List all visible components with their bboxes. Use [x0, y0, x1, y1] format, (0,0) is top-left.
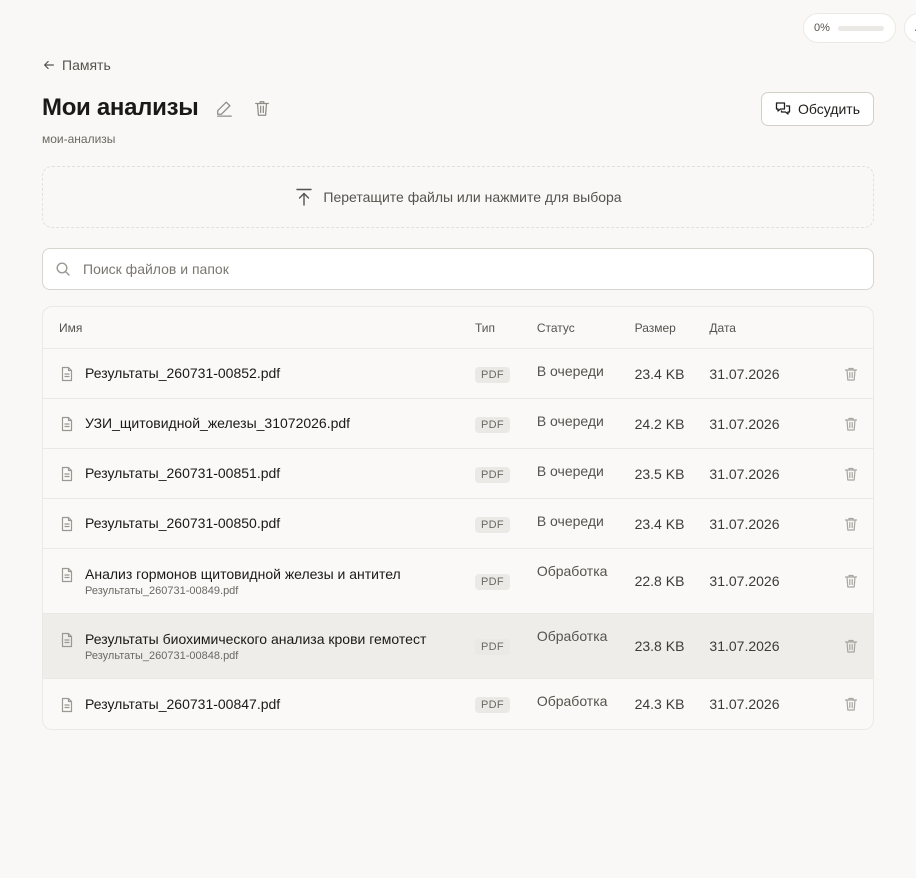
table-row[interactable]: УЗИ_щитовидной_железы_31072026.pdf PDF В…	[43, 399, 873, 449]
file-date: 31.07.2026	[709, 365, 780, 382]
title-row: Мои анализы	[42, 94, 274, 122]
table-row[interactable]: Результаты_260731-00852.pdf PDF В очеред…	[43, 349, 873, 399]
file-name-cell: Результаты_260731-00850.pdf	[43, 515, 475, 532]
column-header-type[interactable]: Тип	[475, 321, 537, 335]
table-row[interactable]: Анализ гормонов щитовидной железы и анти…	[43, 549, 873, 614]
file-type-badge: PDF	[474, 366, 510, 383]
file-name: Результаты_260731-00850.pdf	[85, 515, 281, 531]
file-icon	[61, 466, 73, 482]
file-name: Результаты_260731-00851.pdf	[85, 465, 281, 481]
progress-bar	[837, 25, 884, 31]
table-row[interactable]: Результаты_260731-00851.pdf PDF В очеред…	[43, 449, 873, 499]
edit-title-button[interactable]	[212, 96, 236, 120]
collection-slug: мои-анализы	[42, 132, 116, 146]
file-icon	[61, 416, 73, 432]
file-size: 24.3 KB	[634, 696, 685, 712]
file-name: Результаты_260731-00852.pdf	[85, 365, 281, 381]
file-type-badge: PDF	[474, 639, 510, 655]
search-field[interactable]	[42, 248, 874, 290]
table-row[interactable]: Результаты_260731-00847.pdf PDF Обработк…	[43, 679, 873, 729]
file-original-name: Результаты_260731-00849.pdf	[85, 584, 239, 597]
arrow-left-icon	[44, 60, 54, 70]
file-name: Результаты биохимического анализа крови …	[85, 630, 427, 647]
file-type-badge: PDF	[474, 466, 510, 483]
pencil-icon	[217, 101, 233, 117]
file-status: Обработка	[536, 628, 608, 644]
user-menu-button[interactable]: А	[904, 13, 916, 43]
file-date: 31.07.2026	[709, 465, 780, 482]
upload-icon	[296, 188, 313, 206]
file-name: Анализ гормонов щитовидной железы и анти…	[85, 565, 401, 582]
trash-icon[interactable]	[843, 416, 859, 432]
file-size: 23.4 KB	[634, 365, 685, 382]
dropzone-label: Перетащите файлы или нажмите для выбора	[323, 189, 622, 205]
file-size: 23.5 KB	[634, 465, 685, 482]
file-size: 23.8 KB	[634, 638, 685, 654]
file-name-cell: Результаты_260731-00851.pdf	[43, 465, 475, 482]
file-name: УЗИ_щитовидной_железы_31072026.pdf	[85, 415, 351, 431]
progress-percent: 0%	[814, 22, 830, 34]
file-dropzone[interactable]: Перетащите файлы или нажмите для выбора	[42, 166, 874, 228]
file-status: Обработка	[536, 563, 608, 579]
file-icon	[61, 632, 73, 647]
file-type-badge: PDF	[474, 697, 510, 713]
file-original-name: Результаты_260731-00848.pdf	[85, 649, 239, 662]
file-size: 23.4 KB	[634, 515, 685, 532]
file-icon	[61, 567, 73, 582]
file-name-cell: УЗИ_щитовидной_железы_31072026.pdf	[43, 415, 475, 432]
file-name: Результаты_260731-00847.pdf	[85, 695, 281, 712]
progress-indicator: 0%	[803, 13, 896, 43]
column-header-status[interactable]: Статус	[537, 321, 635, 335]
file-date: 31.07.2026	[709, 696, 780, 712]
file-type-badge: PDF	[474, 574, 510, 590]
search-icon	[56, 262, 70, 276]
file-date: 31.07.2026	[709, 415, 780, 432]
table-header: Имя Тип Статус Размер Дата	[43, 307, 873, 349]
column-header-date[interactable]: Дата	[709, 321, 829, 335]
file-status: В очереди	[536, 413, 604, 429]
file-size: 22.8 KB	[634, 573, 685, 589]
file-type-badge: PDF	[474, 516, 510, 533]
chat-bubbles-icon	[775, 102, 791, 115]
files-table: Имя Тип Статус Размер Дата Результаты_26…	[42, 306, 874, 730]
trash-icon[interactable]	[843, 466, 859, 482]
file-name-cell: Результаты биохимического анализа крови …	[43, 631, 475, 662]
file-status: Обработка	[536, 693, 608, 709]
trash-icon[interactable]	[843, 516, 859, 532]
trash-icon[interactable]	[843, 638, 859, 654]
column-header-size[interactable]: Размер	[635, 321, 710, 335]
file-icon	[61, 697, 73, 712]
file-icon	[61, 516, 73, 532]
discuss-button-label: Обсудить	[798, 101, 860, 117]
back-link-label: Память	[62, 57, 111, 73]
page-title: Мои анализы	[42, 94, 199, 121]
column-header-name[interactable]: Имя	[43, 321, 475, 335]
file-name-cell: Результаты_260731-00852.pdf	[43, 365, 475, 382]
file-size: 24.2 KB	[634, 415, 685, 432]
trash-icon[interactable]	[843, 573, 859, 589]
back-link[interactable]: Память	[42, 57, 111, 73]
table-row[interactable]: Результаты биохимического анализа крови …	[43, 614, 873, 679]
file-date: 31.07.2026	[709, 573, 780, 589]
file-status: В очереди	[536, 513, 604, 529]
file-date: 31.07.2026	[709, 638, 780, 654]
file-name-cell: Результаты_260731-00847.pdf	[43, 696, 475, 713]
file-name-cell: Анализ гормонов щитовидной железы и анти…	[43, 566, 475, 597]
trash-icon	[255, 101, 270, 116]
delete-collection-button[interactable]	[250, 96, 274, 120]
search-input[interactable]	[83, 261, 843, 277]
discuss-button[interactable]: Обсудить	[761, 92, 874, 126]
file-status: В очереди	[536, 463, 604, 479]
file-date: 31.07.2026	[709, 515, 780, 532]
trash-icon[interactable]	[843, 366, 859, 382]
file-icon	[61, 366, 73, 382]
file-status: В очереди	[536, 363, 604, 379]
file-type-badge: PDF	[474, 416, 510, 433]
trash-icon[interactable]	[843, 696, 859, 712]
table-row[interactable]: Результаты_260731-00850.pdf PDF В очеред…	[43, 499, 873, 549]
